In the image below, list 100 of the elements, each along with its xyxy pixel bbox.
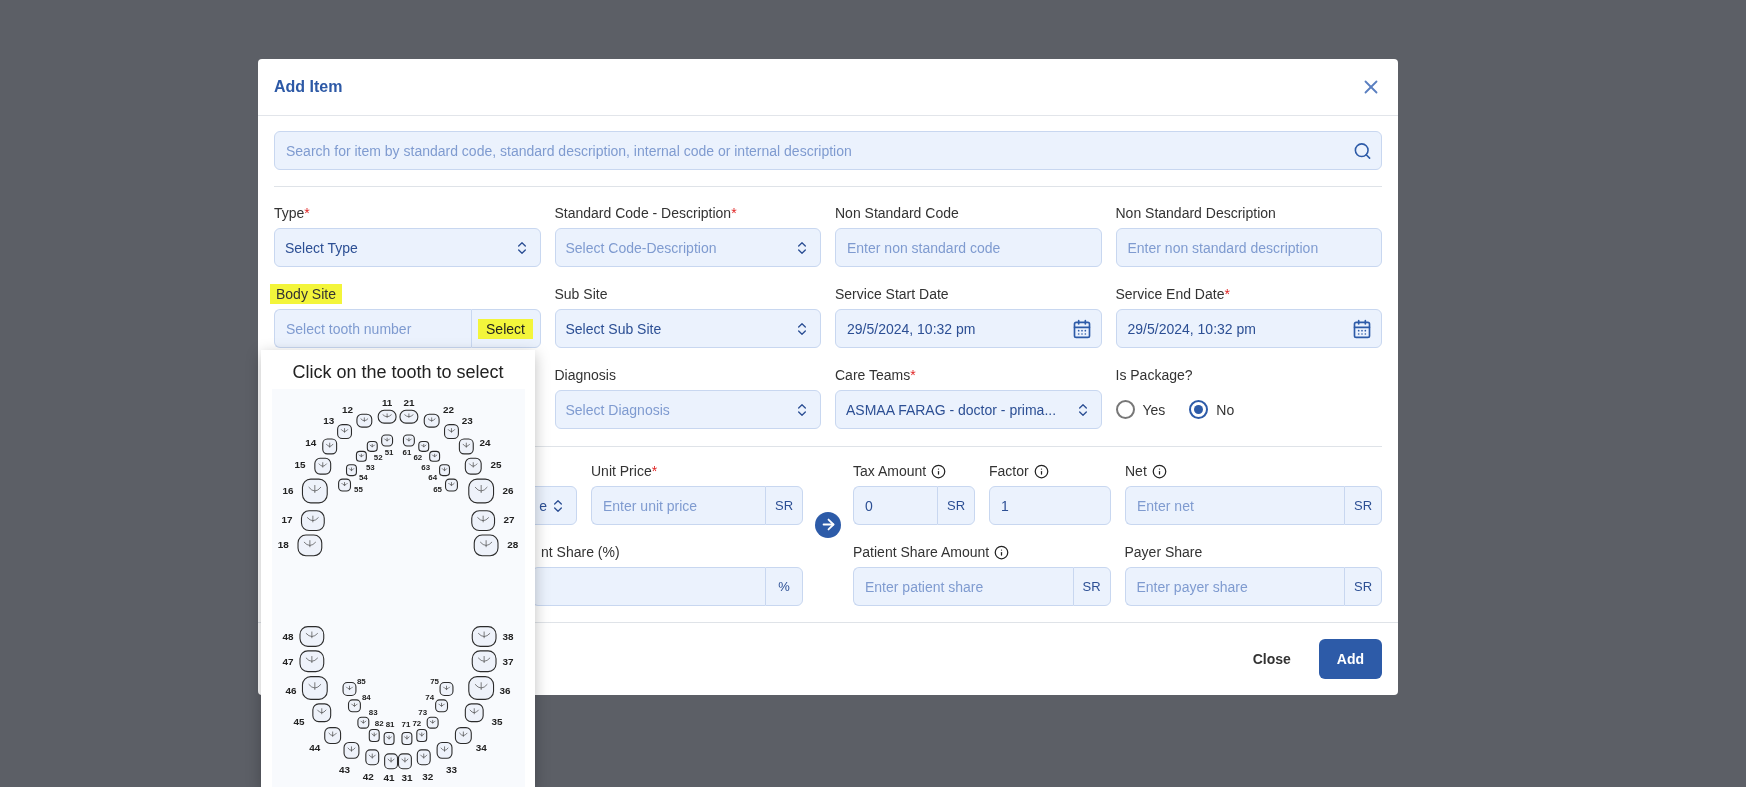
tooth[interactable]	[415, 729, 427, 742]
tooth[interactable]	[464, 457, 482, 475]
tooth[interactable]	[470, 510, 495, 532]
tooth[interactable]	[467, 676, 494, 700]
info-icon[interactable]	[994, 544, 1010, 560]
tooth[interactable]	[467, 478, 494, 504]
tooth[interactable]	[311, 703, 331, 723]
input-field[interactable]: 0	[853, 486, 937, 525]
tooth[interactable]	[342, 682, 356, 696]
tooth[interactable]	[428, 450, 440, 462]
tooth[interactable]	[464, 703, 484, 723]
tooth[interactable]	[416, 749, 431, 766]
tooth-number: 15	[294, 458, 305, 470]
tooth-number: 42	[362, 770, 374, 782]
tooth-number: 14	[304, 437, 316, 449]
tooth[interactable]	[355, 413, 372, 428]
tooth[interactable]	[298, 626, 324, 647]
search-field[interactable]: Search for item by standard code, standard description, internal code or internal description	[274, 131, 1382, 170]
tooth[interactable]	[454, 727, 472, 744]
close-button[interactable]: Close	[1244, 639, 1299, 679]
tooth[interactable]	[471, 650, 497, 673]
unit-addon: SR	[1072, 567, 1111, 606]
select-field[interactable]: ASMAA FARAG - doctor - prima...	[835, 390, 1102, 429]
tooth[interactable]	[402, 434, 415, 447]
tooth-number: 61	[402, 448, 411, 458]
tooth[interactable]	[426, 716, 439, 729]
unit-addon: SR	[1344, 486, 1382, 525]
radio-button[interactable]	[1189, 400, 1209, 419]
tooth[interactable]	[400, 732, 412, 745]
tooth[interactable]	[436, 741, 452, 759]
tooth[interactable]	[471, 626, 497, 647]
tooth[interactable]	[364, 749, 379, 766]
tooth[interactable]	[434, 699, 448, 713]
calendar-icon[interactable]	[1352, 318, 1372, 339]
tooth[interactable]	[345, 464, 357, 477]
tooth[interactable]	[439, 682, 453, 696]
tooth[interactable]	[383, 753, 398, 770]
field-label: Unit Price*	[591, 462, 658, 481]
tooth[interactable]	[301, 478, 328, 504]
date-field[interactable]: 29/5/2024, 10:32 pm	[835, 309, 1102, 348]
input-field[interactable]: Enter unit price	[591, 486, 765, 525]
unit-addon: %	[765, 567, 803, 606]
tooth[interactable]	[355, 450, 367, 462]
unit-addon: SR	[1344, 567, 1382, 606]
tooth[interactable]	[298, 650, 324, 673]
add-button[interactable]: Add	[1318, 639, 1382, 679]
tooth[interactable]	[458, 438, 474, 455]
tooth[interactable]	[397, 753, 412, 770]
tooth-number: 34	[475, 742, 487, 753]
select-button[interactable]: Select	[470, 309, 541, 348]
search-icon[interactable]	[1353, 141, 1372, 160]
input-field[interactable]	[532, 567, 765, 606]
info-icon[interactable]	[1151, 463, 1167, 479]
tooth-field[interactable]: Select tooth number	[274, 309, 471, 348]
tooth-number: 27	[502, 514, 514, 526]
tooth[interactable]	[380, 434, 393, 447]
tooth[interactable]	[347, 699, 361, 713]
input-field[interactable]: Enter patient share	[853, 567, 1073, 606]
input-field[interactable]: Enter non standard description	[1115, 228, 1382, 267]
input-field[interactable]: 1	[989, 486, 1111, 525]
tooth[interactable]	[383, 732, 395, 745]
dialog-title: Add Item	[274, 78, 343, 96]
tooth[interactable]	[336, 424, 352, 440]
tooth[interactable]	[398, 409, 418, 424]
tooth[interactable]	[300, 510, 325, 532]
tooth[interactable]	[356, 716, 369, 729]
tooth[interactable]	[366, 440, 378, 452]
tooth[interactable]	[321, 438, 337, 455]
tooth[interactable]	[301, 676, 328, 700]
tooth[interactable]	[443, 424, 459, 440]
tooth[interactable]	[423, 413, 440, 428]
field-label: Body Site	[270, 284, 342, 304]
tooth-number: 46	[285, 684, 297, 696]
arrow-right-button[interactable]	[815, 511, 841, 538]
tooth-number: 47	[282, 655, 294, 667]
tooth[interactable]	[444, 478, 458, 492]
tooth[interactable]	[377, 409, 397, 424]
input-field[interactable]: Enter net	[1125, 486, 1344, 525]
calendar-icon[interactable]	[1071, 318, 1092, 339]
field-label: Care Teams*	[835, 366, 916, 385]
info-icon[interactable]	[1033, 463, 1049, 479]
select-field[interactable]: Select Type	[274, 228, 541, 267]
field-label: Diagnosis	[554, 366, 616, 385]
tooth[interactable]	[417, 440, 429, 452]
tooth[interactable]	[296, 534, 322, 557]
tooth[interactable]	[313, 457, 331, 475]
radio-button[interactable]	[1115, 400, 1135, 419]
input-field[interactable]: Enter non standard code	[835, 228, 1102, 267]
input-field[interactable]: Enter payer share	[1124, 567, 1344, 606]
tooth[interactable]	[323, 727, 341, 744]
date-field[interactable]: 29/5/2024, 10:32 pm	[1115, 309, 1382, 348]
tooth[interactable]	[343, 741, 359, 759]
tooth[interactable]	[438, 464, 450, 477]
tooth[interactable]	[337, 478, 351, 492]
info-icon[interactable]	[931, 463, 947, 479]
tooth-number: 63	[420, 463, 430, 473]
tooth-number: 12	[341, 404, 353, 416]
select-field[interactable]: Select Sub Site	[554, 309, 821, 348]
tooth[interactable]	[473, 534, 499, 557]
tooth[interactable]	[368, 729, 380, 742]
